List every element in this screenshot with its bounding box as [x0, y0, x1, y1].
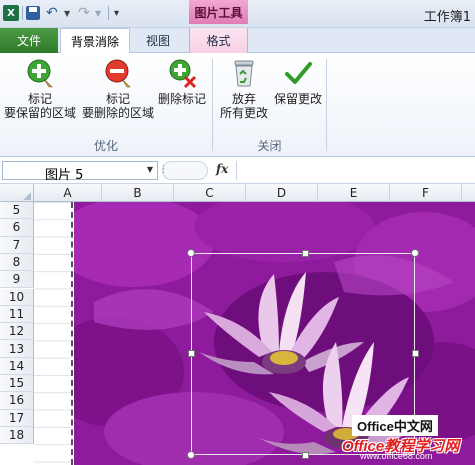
column-header[interactable]: C [174, 184, 246, 202]
recycle-bin-icon [234, 60, 254, 87]
mark-remove-label-2: 要删除的区域 [82, 106, 155, 120]
group-label-refine: 优化 [93, 139, 118, 153]
cell-grid[interactable] [34, 202, 72, 465]
title-bar: X ↶ ▼ ↷ ▼ ▾ 图片工具 工作簿1 [0, 0, 475, 28]
checkmark-icon [285, 62, 312, 84]
redo-icon[interactable]: ↷ [78, 4, 90, 22]
customize-toolbar-icon[interactable]: ▾ [114, 4, 119, 22]
row-header[interactable]: 16 [0, 392, 34, 410]
mark-keep-icon [27, 59, 53, 88]
row-header[interactable]: 6 [0, 219, 34, 237]
mark-keep-label-2: 要保留的区域 [3, 106, 76, 120]
group-separator [326, 59, 327, 151]
resize-handle[interactable] [411, 249, 419, 257]
qa-separator [22, 6, 23, 20]
column-headers: A B C D E F [0, 184, 475, 202]
formula-bar: 图片 5 ▼ ⋮ fx [0, 158, 475, 184]
discard-label-2: 所有更改 [219, 106, 268, 120]
row-header[interactable]: 18 [0, 426, 34, 445]
row-header[interactable]: 7 [0, 236, 34, 254]
delete-mark-icon [169, 59, 197, 89]
qa-separator [108, 6, 109, 20]
site-watermark: Office中文网 Office教程学习网 www.office68.com [342, 413, 467, 461]
row-header[interactable]: 8 [0, 253, 34, 272]
row-header[interactable]: 17 [0, 409, 34, 427]
row-header[interactable]: 5 [0, 202, 34, 220]
row-header[interactable]: 10 [0, 288, 34, 306]
worksheet: A B C D E F 5 6 7 8 9 10 11 12 13 14 15 … [0, 184, 475, 465]
delete-mark-label: 删除标记 [157, 92, 206, 106]
resize-handle[interactable] [302, 250, 309, 257]
redo-dropdown-icon[interactable]: ▼ [95, 4, 101, 22]
keep-changes-label: 保留更改 [273, 92, 322, 106]
document-title: 工作簿1 [423, 10, 471, 25]
discard-label-1: 放弃 [231, 92, 256, 106]
formula-bar-splitter[interactable] [162, 161, 208, 180]
select-all-corner[interactable] [0, 184, 34, 202]
row-header[interactable]: 9 [0, 271, 34, 289]
column-header[interactable]: F [390, 184, 462, 202]
undo-dropdown-icon[interactable]: ▼ [64, 4, 70, 22]
row-header[interactable]: 11 [0, 305, 34, 324]
watermark-brand: Office中文网 [352, 415, 438, 436]
chevron-down-icon[interactable]: ▼ [147, 165, 153, 174]
mark-areas-to-remove-button[interactable]: 标记 要删除的区域 [82, 57, 154, 120]
mark-remove-icon [105, 59, 131, 88]
column-header[interactable]: B [102, 184, 174, 202]
picture-5[interactable]: Office中文网 Office教程学习网 www.office68.com [74, 202, 475, 465]
resize-handle[interactable] [412, 350, 419, 357]
resize-handle[interactable] [187, 451, 195, 459]
ribbon-tabs: 文件 背景消除 视图 格式 [0, 28, 475, 54]
row-header[interactable]: 14 [0, 357, 34, 375]
excel-icon[interactable]: X [3, 5, 19, 21]
page-break-line [71, 202, 73, 465]
column-header[interactable]: D [246, 184, 318, 202]
mark-keep-label-1: 标记 [27, 92, 52, 106]
ribbon: 标记 要保留的区域 标记 要删除的区域 删除标记 放弃 所有更改 保留更改 优化… [0, 53, 475, 157]
column-header[interactable]: A [34, 184, 102, 202]
mark-areas-to-keep-button[interactable]: 标记 要保留的区域 [3, 57, 77, 120]
resize-handle[interactable] [188, 350, 195, 357]
group-label-close: 关闭 [257, 139, 282, 153]
undo-icon[interactable]: ↶ [46, 4, 58, 22]
tab-format[interactable]: 格式 [189, 28, 248, 53]
name-box[interactable]: 图片 5 ▼ [2, 161, 158, 183]
save-icon[interactable] [26, 6, 40, 20]
discard-all-changes-button[interactable]: 放弃 所有更改 [219, 57, 269, 120]
row-header[interactable]: 12 [0, 323, 34, 341]
mark-remove-label-1: 标记 [105, 92, 130, 106]
column-header[interactable]: E [318, 184, 390, 202]
keep-changes-button[interactable]: 保留更改 [273, 57, 323, 106]
tab-file[interactable]: 文件 [0, 28, 58, 53]
name-box-value: 图片 5 [45, 168, 84, 183]
tab-background-removal[interactable]: 背景消除 [60, 28, 130, 54]
row-header[interactable]: 13 [0, 340, 34, 358]
row-header[interactable]: 15 [0, 375, 34, 393]
tab-view[interactable]: 视图 [133, 28, 183, 53]
insert-function-icon[interactable]: fx [216, 162, 228, 176]
resize-handle[interactable] [302, 452, 309, 459]
formula-input[interactable] [236, 161, 474, 180]
splitter-dots-icon: ⋮ [159, 165, 168, 175]
watermark-url: www.office68.com [360, 451, 433, 461]
delete-mark-button[interactable]: 删除标记 [157, 57, 207, 106]
picture-tools-header: 图片工具 [189, 0, 248, 24]
resize-handle[interactable] [187, 249, 195, 257]
